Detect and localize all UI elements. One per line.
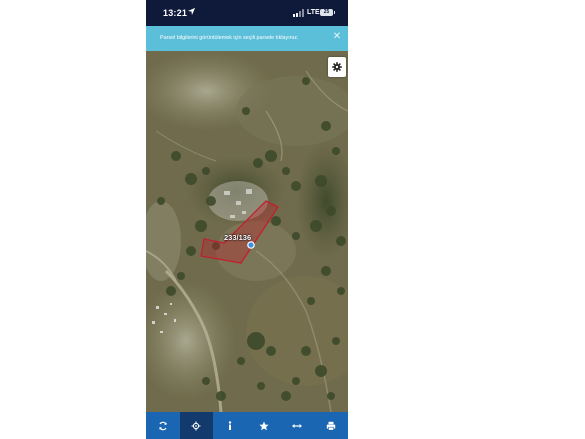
refresh-icon: [158, 421, 167, 430]
measure-button[interactable]: [280, 412, 314, 439]
measure-icon: [292, 423, 303, 428]
signal-icon: [293, 9, 305, 17]
bottom-toolbar: [146, 412, 348, 439]
parcel-label: 233/136: [224, 233, 252, 242]
status-bar: 13:21 LTE 25: [146, 0, 348, 26]
print-button[interactable]: [314, 412, 348, 439]
star-icon: [258, 421, 269, 430]
info-button[interactable]: [213, 412, 247, 439]
phone-screen: 13:21 LTE 25 Parsel bilgilerini görüntül…: [146, 0, 348, 439]
crosshair-icon: [191, 421, 201, 430]
print-icon: [326, 421, 335, 430]
settings-button[interactable]: [328, 57, 346, 77]
satellite-map[interactable]: [146, 51, 348, 412]
network-type: LTE: [307, 9, 320, 16]
battery-icon: 25: [320, 9, 335, 16]
refresh-button[interactable]: [146, 412, 180, 439]
close-icon[interactable]: ✕: [332, 31, 342, 43]
location-dot: [247, 241, 255, 249]
favorite-button[interactable]: [247, 412, 281, 439]
gear-icon: [332, 62, 342, 72]
banner-message: Parsel bilgilerini görüntülemek için seç…: [160, 35, 299, 41]
status-time: 13:21: [163, 8, 188, 18]
info-icon: [228, 420, 232, 430]
info-banner: Parsel bilgilerini görüntülemek için seç…: [146, 26, 348, 51]
locate-button[interactable]: [179, 412, 214, 439]
location-arrow-icon: [187, 7, 196, 16]
